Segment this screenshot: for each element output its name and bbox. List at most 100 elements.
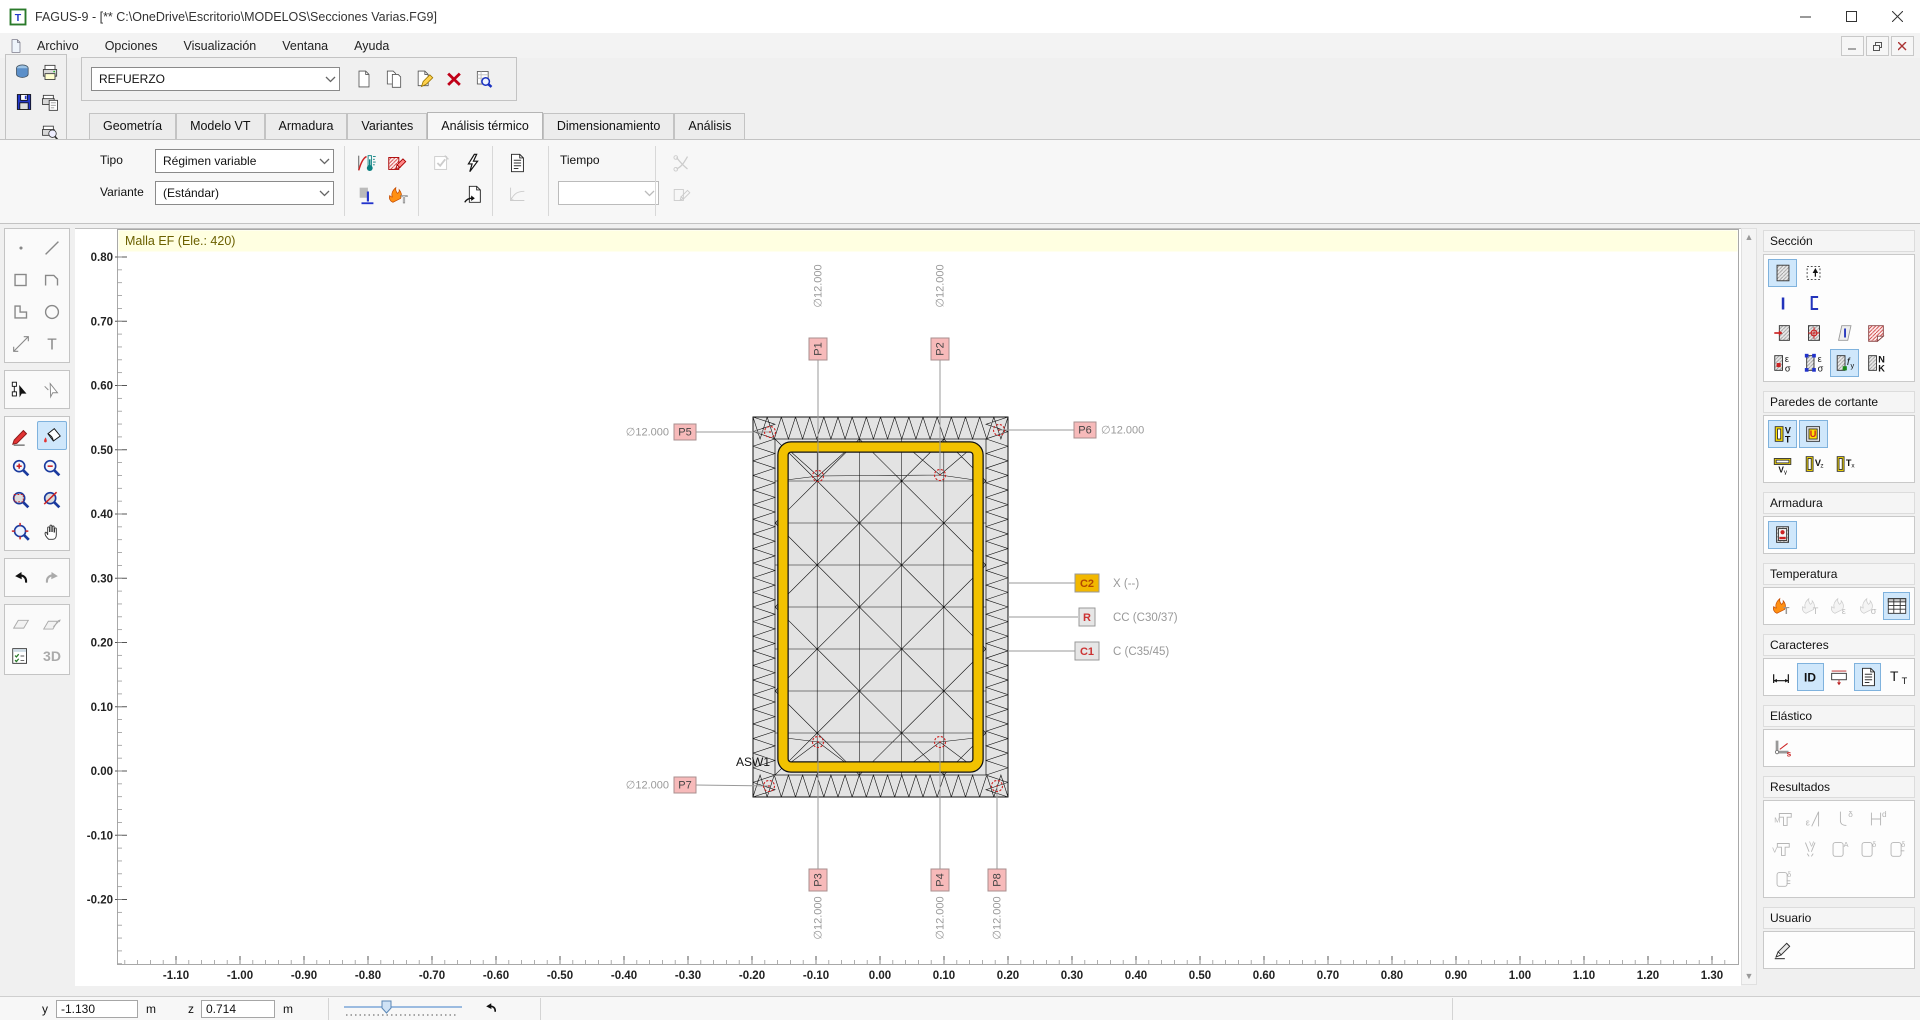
bucket-icon — [41, 425, 63, 447]
svg-text:I: I — [1843, 326, 1847, 341]
tab-geometria[interactable]: Geometría — [89, 113, 176, 139]
z-coordinate-field[interactable]: 0.714 — [201, 1000, 275, 1018]
scroll-down-icon[interactable]: ▼ — [1744, 971, 1754, 981]
tab-dimensionamiento[interactable]: Dimensionamiento — [543, 113, 675, 139]
dim-red-button[interactable] — [1826, 663, 1853, 691]
pan-tool-button[interactable] — [37, 517, 67, 546]
edit-item-button[interactable] — [410, 66, 438, 92]
menu-ventana[interactable]: Ventana — [269, 36, 341, 56]
tab-variantes[interactable]: Variantes — [347, 113, 427, 139]
edit-fire-section-button[interactable] — [382, 148, 411, 177]
edit-tool-button[interactable] — [6, 421, 36, 450]
view-3d-button[interactable]: 3D — [37, 641, 67, 670]
wall-u-button[interactable]: U — [1799, 420, 1828, 448]
mdi-close-button[interactable] — [1891, 36, 1914, 56]
tt-char-button[interactable]: TT — [1883, 663, 1910, 691]
nk-sec-button[interactable]: NK — [1861, 349, 1890, 377]
elastic-s-button[interactable]: s — [1768, 734, 1797, 762]
tab-armadura[interactable]: Armadura — [265, 113, 348, 139]
prof-c-button[interactable] — [1799, 289, 1828, 317]
select-vertex-button[interactable] — [6, 375, 36, 404]
tiempo-combo[interactable] — [558, 181, 659, 205]
y-coordinate-field[interactable]: -1.130 — [56, 1000, 138, 1018]
search-item-button[interactable] — [470, 66, 498, 92]
run-analysis-button[interactable] — [458, 148, 487, 177]
zoom-extent-button[interactable] — [6, 517, 36, 546]
wall-vy-button[interactable]: Vy — [1768, 450, 1797, 478]
sec-arrow-button[interactable] — [1768, 319, 1797, 347]
mdi-minimize-button[interactable] — [1841, 36, 1864, 56]
shear-wall-label[interactable]: ASW1 — [736, 755, 770, 769]
eps-blue-button[interactable]: εσ — [1799, 349, 1828, 377]
item-toolbar: REFUERZO — [81, 57, 517, 101]
new-item-button[interactable] — [350, 66, 378, 92]
print-button[interactable] — [36, 59, 64, 85]
undo-view-button[interactable] — [482, 999, 500, 1020]
dim-char-button[interactable] — [1768, 663, 1795, 691]
fe-mesh-section[interactable] — [753, 417, 1008, 797]
temp-grid-button[interactable] — [1883, 592, 1910, 620]
svg-text:1.20: 1.20 — [1637, 970, 1659, 982]
thermal-curve-button[interactable] — [352, 148, 381, 177]
minimize-button[interactable] — [1782, 0, 1828, 33]
mdi-restore-button[interactable] — [1866, 36, 1889, 56]
maximize-button[interactable] — [1828, 0, 1874, 33]
zoom-previous-button[interactable] — [37, 485, 67, 514]
rebar-ico-icon — [1772, 524, 1794, 546]
sidebar-section-armadura: Armadura — [1763, 492, 1915, 554]
menu-ayuda[interactable]: Ayuda — [341, 36, 402, 56]
item-combo[interactable]: REFUERZO — [91, 67, 340, 91]
eps-red-button[interactable]: εσ — [1768, 349, 1797, 377]
tab-modelo-vt[interactable]: Modelo VT — [176, 113, 264, 139]
copy-item-button[interactable] — [380, 66, 408, 92]
menu-visualizacion[interactable]: Visualización — [171, 36, 270, 56]
wall-tx-button[interactable]: Tx — [1830, 450, 1859, 478]
sec-dash-button[interactable] — [1799, 259, 1828, 287]
scroll-up-icon[interactable]: ▲ — [1744, 232, 1754, 242]
res-a-button: A — [1826, 835, 1853, 863]
rebar-ico-button[interactable] — [1768, 521, 1797, 549]
zoom-window-button[interactable] — [6, 485, 36, 514]
user-pencil-button[interactable] — [1768, 936, 1797, 964]
sec-cross-button[interactable] — [1799, 319, 1828, 347]
wall-vz-button[interactable]: Vz — [1799, 450, 1828, 478]
section-temperature-button[interactable]: I — [352, 180, 381, 209]
report-button[interactable] — [502, 148, 531, 177]
delete-item-button[interactable] — [440, 66, 468, 92]
fill-tool-button[interactable] — [37, 421, 67, 450]
export-results-button[interactable] — [458, 180, 487, 209]
svg-text:V: V — [1809, 839, 1814, 848]
drawing-canvas[interactable]: Malla EF (Ele.: 420)0.800.700.600.500.40… — [75, 228, 1741, 986]
page-curl-button[interactable] — [1861, 319, 1890, 347]
text-tool-button: T — [37, 329, 67, 358]
tab-analisis-termico[interactable]: Análisis térmico — [427, 112, 543, 139]
close-button[interactable] — [1874, 0, 1920, 33]
vertical-scrollbar[interactable]: ▲ ▼ — [1741, 228, 1757, 985]
wall-vt-button[interactable]: VT — [1768, 420, 1797, 448]
variante-combo[interactable]: (Estándar) — [155, 181, 334, 205]
tipo-combo[interactable]: Régimen variable — [155, 149, 334, 173]
flame-col-button[interactable]: T — [1768, 592, 1795, 620]
view-options-button[interactable] — [6, 641, 36, 670]
sec-skew-button[interactable]: I — [1830, 319, 1859, 347]
palette-group: 3D — [4, 604, 70, 675]
save-button[interactable] — [10, 89, 38, 115]
svg-text:∅12.000: ∅12.000 — [626, 427, 669, 439]
section-mesh-canvas[interactable]: Malla EF (Ele.: 420)0.800.700.600.500.40… — [75, 229, 1741, 986]
print-preview-button[interactable] — [36, 89, 64, 115]
fire-curve-button[interactable]: T — [382, 180, 411, 209]
fy-sec-button[interactable]: fy — [1830, 349, 1859, 377]
menu-archivo[interactable]: Archivo — [24, 36, 92, 56]
zoom-slider[interactable] — [340, 997, 475, 1020]
zoom-out-button[interactable] — [37, 453, 67, 482]
undo-button[interactable] — [6, 563, 36, 592]
tab-analisis[interactable]: Análisis — [674, 113, 745, 139]
open-model-button[interactable] — [10, 59, 38, 85]
sec-hatch-button[interactable] — [1768, 259, 1797, 287]
prof-i-button[interactable]: I — [1768, 289, 1797, 317]
zoom-in-button[interactable] — [6, 453, 36, 482]
menu-opciones[interactable]: Opciones — [92, 36, 171, 56]
doc-char-button[interactable] — [1854, 663, 1881, 691]
id-char-button[interactable]: ID — [1797, 663, 1824, 691]
res-vt-button: V — [1768, 835, 1795, 863]
